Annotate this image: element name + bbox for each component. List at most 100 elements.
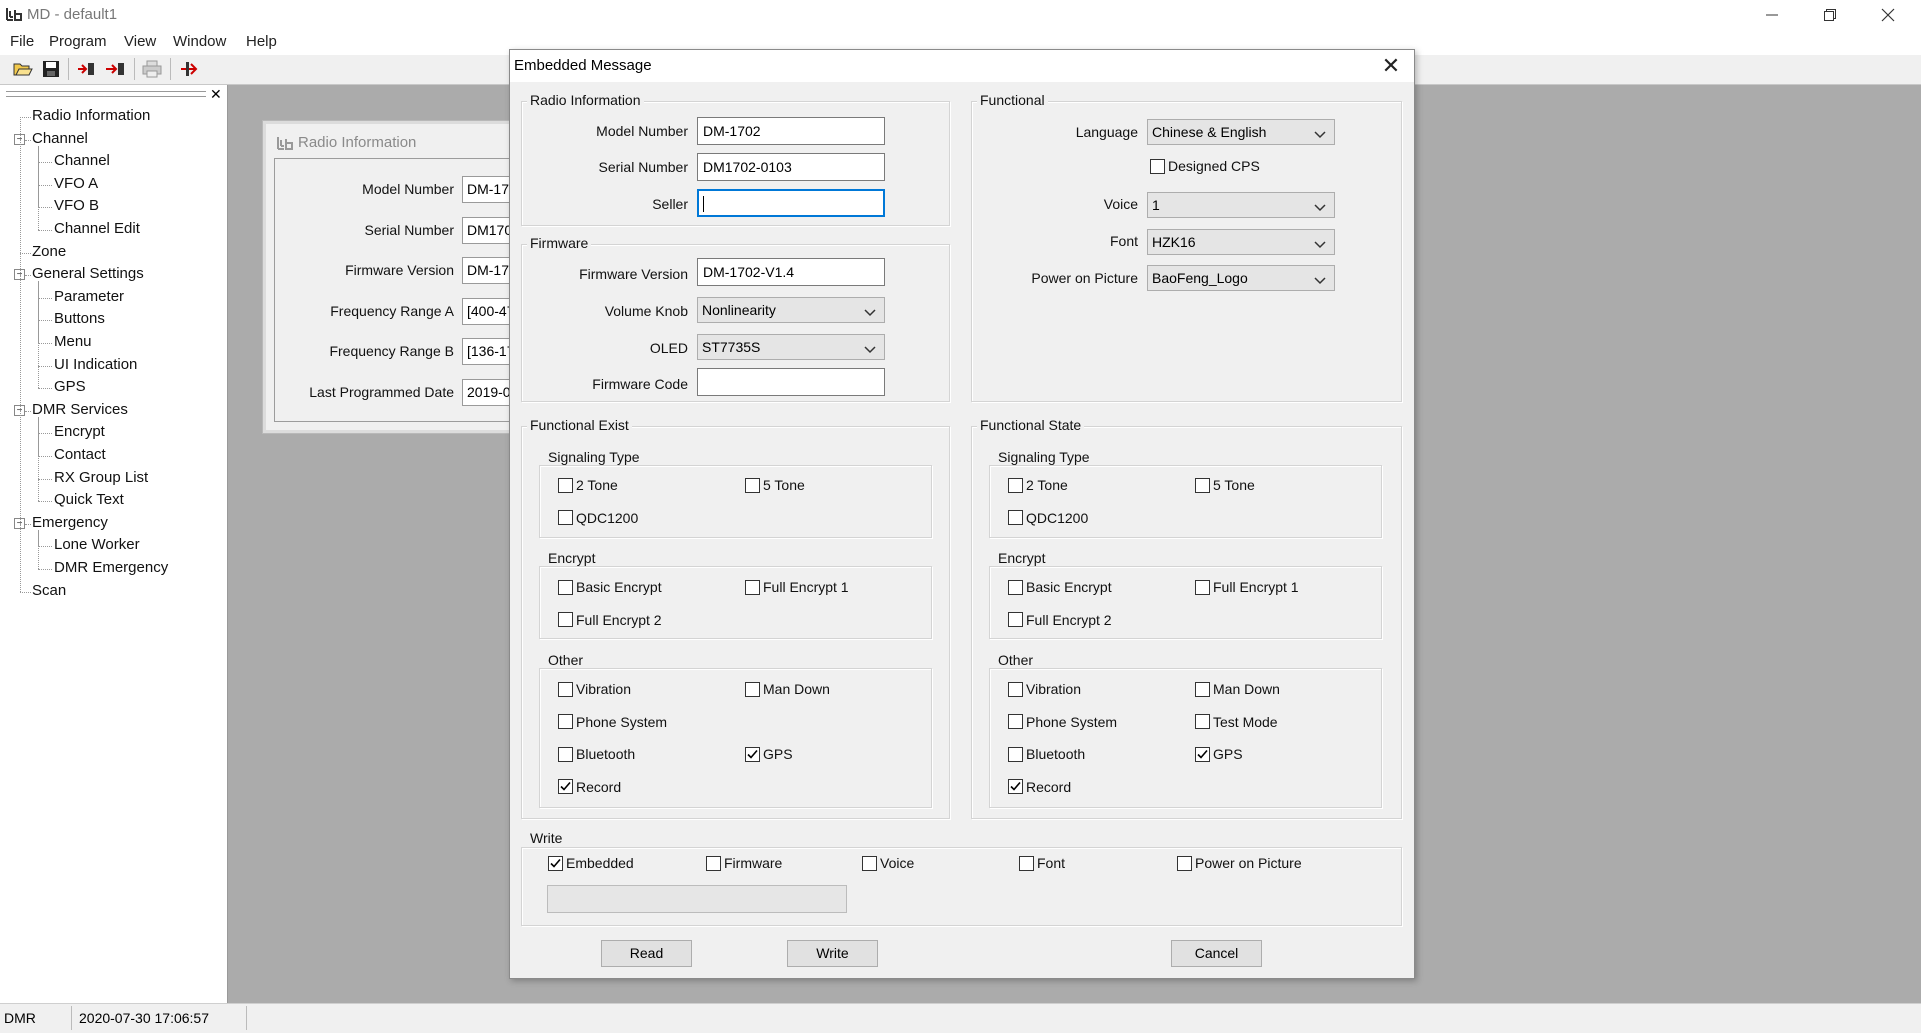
designed-cps-box[interactable] [1150, 158, 1165, 174]
state-record-checkbox[interactable]: Record [1008, 779, 1071, 795]
tree-item-dmr-emergency[interactable]: DMR Emergency [54, 559, 168, 576]
dialog-close-icon[interactable]: ✕ [1376, 52, 1406, 80]
tree-item-zone[interactable]: Zone [32, 243, 66, 260]
read-from-radio-icon[interactable] [76, 58, 98, 80]
voice-select[interactable]: 1 [1147, 192, 1335, 218]
exist-man-down-box[interactable] [745, 681, 760, 697]
save-icon[interactable] [40, 58, 62, 80]
panel-grip[interactable] [6, 91, 206, 97]
chevron-down-icon[interactable] [1314, 126, 1328, 140]
exist-basic-encrypt-checkbox[interactable]: Basic Encrypt [558, 579, 662, 595]
state-2-tone-checkbox[interactable]: 2 Tone [1008, 477, 1068, 493]
exist-2-tone-box[interactable] [558, 477, 573, 493]
tree-item-channel[interactable]: Channel [32, 130, 88, 147]
write-firmware-box[interactable] [706, 855, 721, 871]
state-qdc1200-box[interactable] [1008, 510, 1023, 525]
exist-record-checkbox[interactable]: Record [558, 779, 621, 795]
exist-full-encrypt-1-box[interactable] [745, 579, 760, 595]
exist-gps-box[interactable] [745, 746, 760, 762]
state-test-mode-box[interactable] [1195, 714, 1210, 729]
upgrade-icon[interactable] [178, 58, 200, 80]
exist-bluetooth-box[interactable] [558, 746, 573, 762]
state-man-down-box[interactable] [1195, 681, 1210, 697]
write-embedded-checkbox[interactable]: Embedded [548, 855, 634, 871]
exist-full-encrypt-1-checkbox[interactable]: Full Encrypt 1 [745, 579, 849, 595]
chevron-down-icon[interactable] [864, 341, 878, 355]
state-vibration-checkbox[interactable]: Vibration [1008, 681, 1081, 697]
restore-icon[interactable] [1801, 0, 1859, 30]
state-test-mode-checkbox[interactable]: Test Mode [1195, 714, 1278, 730]
state-full-encrypt-2-checkbox[interactable]: Full Encrypt 2 [1008, 612, 1112, 628]
state-vibration-box[interactable] [1008, 681, 1023, 697]
write-voice-box[interactable] [862, 855, 877, 871]
exist-full-encrypt-2-checkbox[interactable]: Full Encrypt 2 [558, 612, 662, 628]
tree-item-vfo-a[interactable]: VFO A [54, 175, 98, 192]
state-gps-checkbox[interactable]: GPS [1195, 746, 1243, 762]
exist-gps-checkbox[interactable]: GPS [745, 746, 793, 762]
exist-bluetooth-checkbox[interactable]: Bluetooth [558, 746, 635, 762]
menu-help[interactable]: Help [246, 33, 277, 50]
tree-item-encrypt[interactable]: Encrypt [54, 423, 105, 440]
tree-item-radio-information[interactable]: Radio Information [32, 107, 150, 124]
exist-man-down-checkbox[interactable]: Man Down [745, 681, 830, 697]
menu-program[interactable]: Program [49, 33, 107, 50]
exist-qdc1200-checkbox[interactable]: QDC1200 [558, 510, 638, 526]
menu-window[interactable]: Window [173, 33, 226, 50]
chevron-down-icon[interactable] [1314, 199, 1328, 213]
open-icon[interactable] [12, 58, 34, 80]
tree-item-gps[interactable]: GPS [54, 378, 86, 395]
tree-item-rx-group-list[interactable]: RX Group List [54, 469, 148, 486]
model-number-field[interactable]: DM-1702 [697, 117, 885, 145]
close-panel-icon[interactable]: ✕ [210, 86, 222, 103]
exist-phone-system-box[interactable] [558, 714, 573, 729]
state-bluetooth-box[interactable] [1008, 746, 1023, 762]
seller-field[interactable] [697, 189, 885, 217]
state-basic-encrypt-box[interactable] [1008, 579, 1023, 595]
exist-2-tone-checkbox[interactable]: 2 Tone [558, 477, 618, 493]
read-button[interactable]: Read [601, 940, 692, 967]
state-phone-system-box[interactable] [1008, 714, 1023, 729]
state-record-box[interactable] [1008, 779, 1023, 794]
tree-item-menu[interactable]: Menu [54, 333, 92, 350]
menu-file[interactable]: File [10, 33, 34, 50]
tree-item-ui-indication[interactable]: UI Indication [54, 356, 137, 373]
oled-select[interactable]: ST7735S [697, 334, 885, 360]
state-5-tone-box[interactable] [1195, 477, 1210, 493]
state-2-tone-box[interactable] [1008, 477, 1023, 493]
tree-item-dmr-services[interactable]: DMR Services [32, 401, 128, 418]
write-voice-checkbox[interactable]: Voice [862, 855, 914, 871]
exist-phone-system-checkbox[interactable]: Phone System [558, 714, 667, 730]
language-select[interactable]: Chinese & English [1147, 119, 1335, 145]
write-font-box[interactable] [1019, 855, 1034, 871]
write-power-on-picture-box[interactable] [1177, 855, 1192, 871]
write-to-radio-icon[interactable] [104, 58, 126, 80]
close-icon[interactable] [1859, 0, 1917, 30]
serial-number-field[interactable]: DM1702-0103 [697, 153, 885, 181]
font-select[interactable]: HZK16 [1147, 229, 1335, 255]
tree-item-lone-worker[interactable]: Lone Worker [54, 536, 140, 553]
minimize-icon[interactable] [1743, 0, 1801, 30]
write-power-on-picture-checkbox[interactable]: Power on Picture [1177, 855, 1302, 871]
state-gps-box[interactable] [1195, 746, 1210, 762]
designed-cps-checkbox[interactable]: Designed CPS [1150, 158, 1260, 174]
exist-vibration-box[interactable] [558, 681, 573, 697]
tree-item-parameter[interactable]: Parameter [54, 288, 124, 305]
write-embedded-box[interactable] [548, 855, 563, 871]
state-full-encrypt-1-box[interactable] [1195, 579, 1210, 595]
state-man-down-checkbox[interactable]: Man Down [1195, 681, 1280, 697]
print-icon[interactable] [141, 58, 163, 80]
tree-item-scan[interactable]: Scan [32, 582, 66, 599]
firmware-code-field[interactable] [697, 368, 885, 396]
tree-item-general-settings[interactable]: General Settings [32, 265, 144, 282]
exist-5-tone-checkbox[interactable]: 5 Tone [745, 477, 805, 493]
state-basic-encrypt-checkbox[interactable]: Basic Encrypt [1008, 579, 1112, 595]
firmware-version-field[interactable]: DM-1702-V1.4 [697, 258, 885, 286]
write-firmware-checkbox[interactable]: Firmware [706, 855, 782, 871]
state-phone-system-checkbox[interactable]: Phone System [1008, 714, 1117, 730]
tree-item-channel-edit[interactable]: Channel Edit [54, 220, 140, 237]
exist-basic-encrypt-box[interactable] [558, 579, 573, 595]
state-bluetooth-checkbox[interactable]: Bluetooth [1008, 746, 1085, 762]
write-button[interactable]: Write [787, 940, 878, 967]
tree-item-vfo-b[interactable]: VFO B [54, 197, 99, 214]
tree-item-emergency[interactable]: Emergency [32, 514, 108, 531]
